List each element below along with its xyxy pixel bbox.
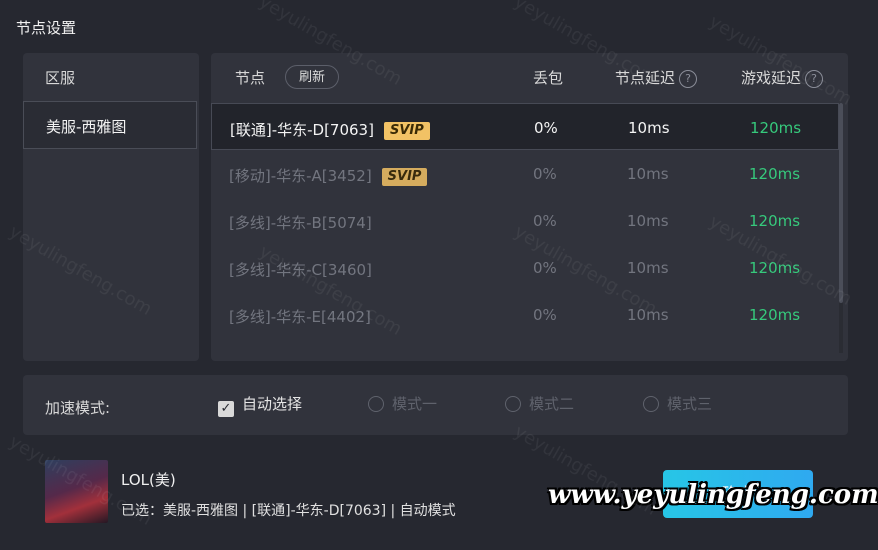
mode-label: 加速模式: bbox=[45, 399, 111, 417]
mode-option-1[interactable]: 模式一 bbox=[368, 393, 437, 415]
game-name: LOL(美) bbox=[121, 471, 176, 489]
region-item-label: 美服-西雅图 bbox=[46, 118, 127, 136]
loss-value: 0% bbox=[533, 306, 557, 324]
region-header: 区服 bbox=[45, 69, 76, 87]
node-name: [移动]-华东-A[3452] bbox=[229, 167, 372, 185]
node-latency-value: 10ms bbox=[627, 212, 669, 230]
node-row[interactable]: [联通]-华东-D[7063] SVIP 0% 10ms 120ms bbox=[211, 103, 839, 150]
radio-icon[interactable] bbox=[505, 396, 521, 412]
game-latency-header-label: 游戏延迟 bbox=[741, 69, 802, 87]
game-latency-column-header: 游戏延迟? bbox=[741, 67, 824, 88]
game-latency-value: 120ms bbox=[749, 165, 801, 183]
node-name: [多线]-华东-B[5074] bbox=[229, 214, 372, 232]
svip-badge: SVIP bbox=[383, 122, 430, 140]
loss-value: 0% bbox=[534, 119, 558, 137]
radio-icon[interactable] bbox=[643, 396, 659, 412]
checkbox-checked-icon[interactable]: ✓ bbox=[218, 401, 234, 417]
radio-icon[interactable] bbox=[368, 396, 384, 412]
loss-value: 0% bbox=[533, 165, 557, 183]
node-latency-value: 10ms bbox=[627, 306, 669, 324]
loss-value: 0% bbox=[533, 259, 557, 277]
scrollbar-thumb[interactable] bbox=[839, 103, 843, 303]
help-icon[interactable]: ? bbox=[805, 69, 824, 88]
watermark-banner: www.yeyulingfeng.com bbox=[548, 480, 878, 510]
node-column-header: 节点 bbox=[235, 69, 266, 87]
selected-summary: 已选：美服-西雅图 | [联通]-华东-D[7063] | 自动模式 bbox=[121, 503, 456, 519]
node-row[interactable]: [多线]-华东-C[3460] 0% 10ms 120ms bbox=[211, 244, 839, 291]
mode-panel: 加速模式: ✓ 自动选择 模式一 模式二 模式三 bbox=[23, 375, 848, 435]
node-latency-value: 10ms bbox=[627, 259, 669, 277]
loss-column-header: 丢包 bbox=[533, 69, 564, 87]
mode-option-label: 模式三 bbox=[667, 395, 713, 413]
game-thumbnail bbox=[45, 460, 108, 523]
mode-option-2[interactable]: 模式二 bbox=[505, 393, 574, 415]
mode-option-label: 模式一 bbox=[392, 395, 438, 413]
refresh-button[interactable]: 刷新 bbox=[285, 65, 339, 89]
mode-option-label: 自动选择 bbox=[242, 395, 303, 413]
node-latency-value: 10ms bbox=[627, 165, 669, 183]
node-name-cell: [移动]-华东-A[3452] SVIP bbox=[229, 165, 428, 186]
node-row[interactable]: [多线]-华东-B[5074] 0% 10ms 120ms bbox=[211, 197, 839, 244]
help-icon[interactable]: ? bbox=[679, 69, 698, 88]
node-latency-column-header: 节点延迟? bbox=[615, 67, 698, 88]
node-row[interactable]: [移动]-华东-A[3452] SVIP 0% 10ms 120ms bbox=[211, 150, 839, 197]
node-name-cell: [联通]-华东-D[7063] SVIP bbox=[230, 119, 430, 140]
page-title: 节点设置 bbox=[16, 19, 77, 37]
mode-option-3[interactable]: 模式三 bbox=[643, 393, 712, 415]
node-latency-value: 10ms bbox=[628, 119, 670, 137]
game-latency-value: 120ms bbox=[749, 212, 801, 230]
svip-badge: SVIP bbox=[381, 168, 428, 186]
game-latency-value: 120ms bbox=[749, 306, 801, 324]
game-latency-value: 120ms bbox=[749, 259, 801, 277]
region-item-selected[interactable]: 美服-西雅图 bbox=[23, 101, 197, 149]
region-panel: 区服 美服-西雅图 bbox=[23, 53, 199, 361]
loss-value: 0% bbox=[533, 212, 557, 230]
node-name: [多线]-华东-C[3460] bbox=[229, 261, 372, 279]
node-name: [多线]-华东-E[4402] bbox=[229, 308, 371, 326]
game-latency-value: 120ms bbox=[750, 119, 802, 137]
nodes-panel: 节点 刷新 丢包 节点延迟? 游戏延迟? [联通]-华东-D[7063] SVIP… bbox=[211, 53, 848, 361]
node-latency-header-label: 节点延迟 bbox=[615, 69, 676, 87]
node-list: [联通]-华东-D[7063] SVIP 0% 10ms 120ms [移动]-华… bbox=[211, 103, 839, 338]
mode-option-auto[interactable]: ✓ 自动选择 bbox=[218, 393, 303, 417]
mode-option-label: 模式二 bbox=[529, 395, 575, 413]
node-name: [联通]-华东-D[7063] bbox=[230, 121, 374, 139]
node-row[interactable]: [多线]-华东-E[4402] 0% 10ms 120ms bbox=[211, 291, 839, 338]
